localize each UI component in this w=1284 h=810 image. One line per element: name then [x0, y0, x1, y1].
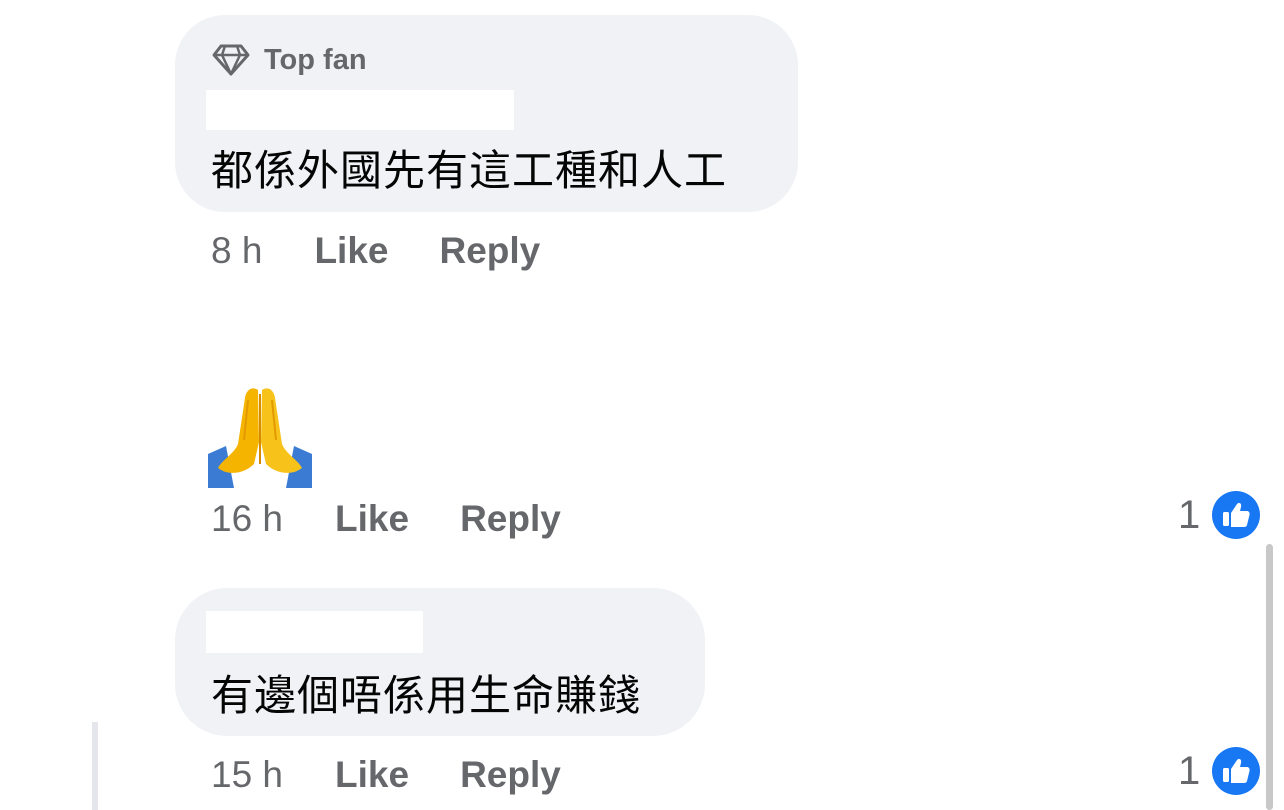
thread-line [92, 722, 98, 810]
thumbs-up-icon [1212, 491, 1261, 539]
scrollbar[interactable] [1266, 544, 1273, 810]
comments-feed: Top fan 都係外國先有這工種和人工 8 h Like Reply 16 h… [0, 0, 1284, 810]
comment-actions: 8 h Like Reply [211, 230, 540, 272]
reaction-summary[interactable]: 1 [1178, 747, 1261, 795]
redacted-author-name [206, 611, 423, 653]
redacted-author-name [206, 90, 514, 130]
comment-actions: 16 h Like Reply [211, 498, 561, 540]
reply-button[interactable]: Reply [439, 230, 540, 272]
comment-time[interactable]: 16 h [211, 498, 283, 540]
like-button[interactable]: Like [314, 230, 388, 272]
badge-label: Top fan [264, 43, 367, 76]
reply-button[interactable]: Reply [460, 498, 561, 540]
reaction-count: 1 [1178, 492, 1201, 537]
like-button[interactable]: Like [335, 754, 409, 796]
comment-time[interactable]: 15 h [211, 754, 283, 796]
reaction-count: 1 [1178, 748, 1201, 793]
comment-bubble: 有邊個唔係用生命賺錢 [175, 588, 705, 736]
reply-button[interactable]: Reply [460, 754, 561, 796]
comment-actions: 15 h Like Reply [211, 754, 561, 796]
comment-text: 有邊個唔係用生命賺錢 [211, 671, 642, 720]
comment-text: 都係外國先有這工種和人工 [211, 146, 728, 195]
like-button[interactable]: Like [335, 498, 409, 540]
reaction-summary[interactable]: 1 [1178, 491, 1261, 539]
top-fan-badge: Top fan [212, 43, 367, 77]
diamond-icon [212, 44, 250, 76]
thumbs-up-icon [1212, 747, 1261, 795]
folded-hands-emoji [208, 388, 312, 488]
comment-bubble: Top fan 都係外國先有這工種和人工 [175, 15, 798, 212]
comment-time[interactable]: 8 h [211, 230, 262, 272]
